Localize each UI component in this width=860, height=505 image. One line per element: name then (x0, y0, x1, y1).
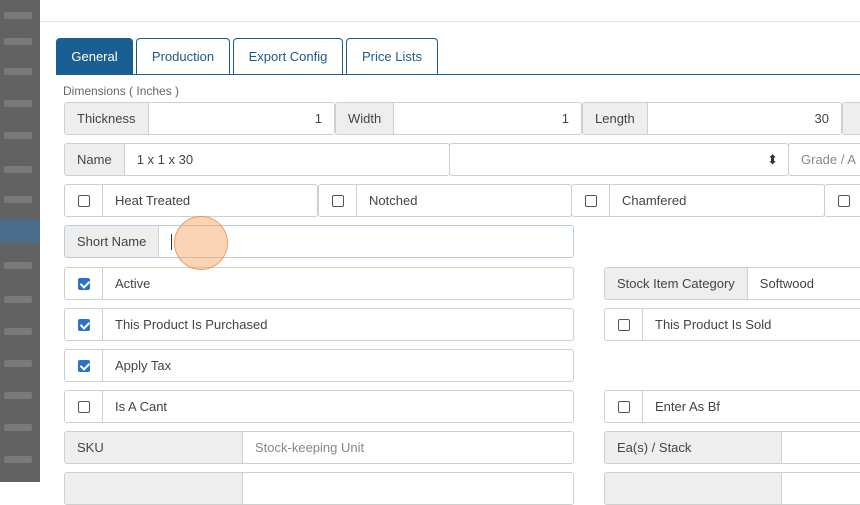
length-label: Length (583, 103, 648, 134)
grade-label: Grade / A (801, 152, 856, 167)
ea-stack-label: Ea(s) / Stack (605, 432, 782, 463)
length-input[interactable]: 30 (803, 111, 841, 126)
chamfered-checkbox[interactable] (584, 194, 597, 207)
dimensions-label: Dimensions ( Inches ) (63, 84, 180, 98)
next-row-right-field[interactable] (604, 472, 860, 505)
name-field[interactable]: Name 1 x 1 x 30 (64, 143, 450, 176)
length-field[interactable]: Length 30 (582, 102, 842, 135)
sidebar-item[interactable] (4, 100, 32, 107)
next-dimension-field[interactable] (842, 102, 860, 135)
is-a-cant-label: Is A Cant (115, 399, 168, 414)
tab-export-config[interactable]: Export Config (233, 38, 343, 74)
grade-field[interactable]: Grade / A (788, 143, 860, 176)
sidebar-item[interactable] (4, 328, 32, 335)
enter-as-bf-label: Enter As Bf (655, 399, 721, 414)
notched-label: Notched (369, 193, 418, 208)
stock-item-category-select[interactable]: Softwood (748, 276, 826, 291)
short-name-field[interactable]: Short Name (64, 225, 574, 258)
is-a-cant-checkbox[interactable] (77, 400, 90, 413)
name-label: Name (65, 144, 125, 175)
heat-treated-field[interactable]: Heat Treated (64, 184, 318, 217)
notched-field[interactable]: Notched (318, 184, 572, 217)
sidebar-item[interactable] (4, 132, 32, 139)
stock-item-category-field[interactable]: Stock Item Category Softwood (604, 267, 860, 300)
sidebar-item[interactable] (4, 424, 32, 431)
sidebar-item[interactable] (4, 360, 32, 367)
next-flag-field[interactable] (824, 184, 860, 217)
top-bar (40, 0, 860, 22)
active-checkbox[interactable] (77, 277, 90, 290)
sold-label: This Product Is Sold (655, 317, 772, 332)
sidebar-item[interactable] (4, 296, 32, 303)
stock-item-category-label: Stock Item Category (605, 268, 748, 299)
next-row-label (65, 473, 243, 504)
apply-tax-field[interactable]: Apply Tax (64, 349, 574, 382)
next-flag-checkbox[interactable] (837, 194, 850, 207)
purchased-field[interactable]: This Product Is Purchased (64, 308, 574, 341)
sidebar-item[interactable] (4, 392, 32, 399)
width-field[interactable]: Width 1 (335, 102, 582, 135)
sidebar-item[interactable] (4, 166, 32, 173)
thickness-field[interactable]: Thickness 1 (64, 102, 335, 135)
next-row-field[interactable] (64, 472, 574, 505)
sidebar-item[interactable] (4, 262, 32, 269)
width-label: Width (336, 103, 395, 134)
short-name-label: Short Name (65, 226, 160, 257)
tab-production[interactable]: Production (136, 38, 230, 74)
active-label: Active (115, 276, 151, 291)
sku-field[interactable]: SKU Stock-keeping Unit (64, 431, 574, 464)
sidebar-item[interactable] (4, 456, 32, 463)
active-field[interactable]: Active (64, 267, 574, 300)
apply-tax-label: Apply Tax (115, 358, 172, 373)
product-form: General Production Export Config Price L… (40, 22, 860, 505)
heat-treated-label: Heat Treated (115, 193, 191, 208)
sidebar-item[interactable] (4, 12, 32, 19)
heat-treated-checkbox[interactable] (77, 194, 90, 207)
ea-stack-field[interactable]: Ea(s) / Stack (604, 431, 860, 464)
tab-bar: General Production Export Config Price L… (56, 38, 860, 75)
chamfered-label: Chamfered (622, 193, 687, 208)
sold-field[interactable]: This Product Is Sold (604, 308, 860, 341)
sku-input[interactable]: Stock-keeping Unit (243, 440, 376, 455)
sidebar-item[interactable] (4, 38, 32, 45)
name-select[interactable]: ⬍ (449, 143, 789, 176)
next-row-right-label (605, 473, 782, 504)
purchased-label: This Product Is Purchased (115, 317, 268, 332)
chamfered-field[interactable]: Chamfered (571, 184, 825, 217)
next-dimension-label (843, 103, 860, 134)
purchased-checkbox[interactable] (77, 318, 90, 331)
name-input[interactable]: 1 x 1 x 30 (125, 152, 205, 167)
sidebar-item[interactable] (4, 196, 32, 203)
enter-as-bf-field[interactable]: Enter As Bf (604, 390, 860, 423)
notched-checkbox[interactable] (331, 194, 344, 207)
sold-checkbox[interactable] (617, 318, 630, 331)
sidebar-item-active[interactable] (0, 219, 40, 243)
is-a-cant-field[interactable]: Is A Cant (64, 390, 574, 423)
thickness-label: Thickness (65, 103, 149, 134)
width-input[interactable]: 1 (550, 111, 581, 126)
text-cursor (171, 233, 173, 250)
enter-as-bf-checkbox[interactable] (617, 400, 630, 413)
updown-arrows-icon: ⬍ (767, 151, 778, 167)
apply-tax-checkbox[interactable] (77, 359, 90, 372)
tab-underline (56, 74, 860, 75)
tab-general[interactable]: General (56, 38, 133, 74)
sku-label: SKU (65, 432, 243, 463)
tab-price-lists[interactable]: Price Lists (346, 38, 438, 74)
sidebar (0, 0, 40, 482)
thickness-input[interactable]: 1 (303, 111, 334, 126)
sidebar-item[interactable] (4, 68, 32, 75)
